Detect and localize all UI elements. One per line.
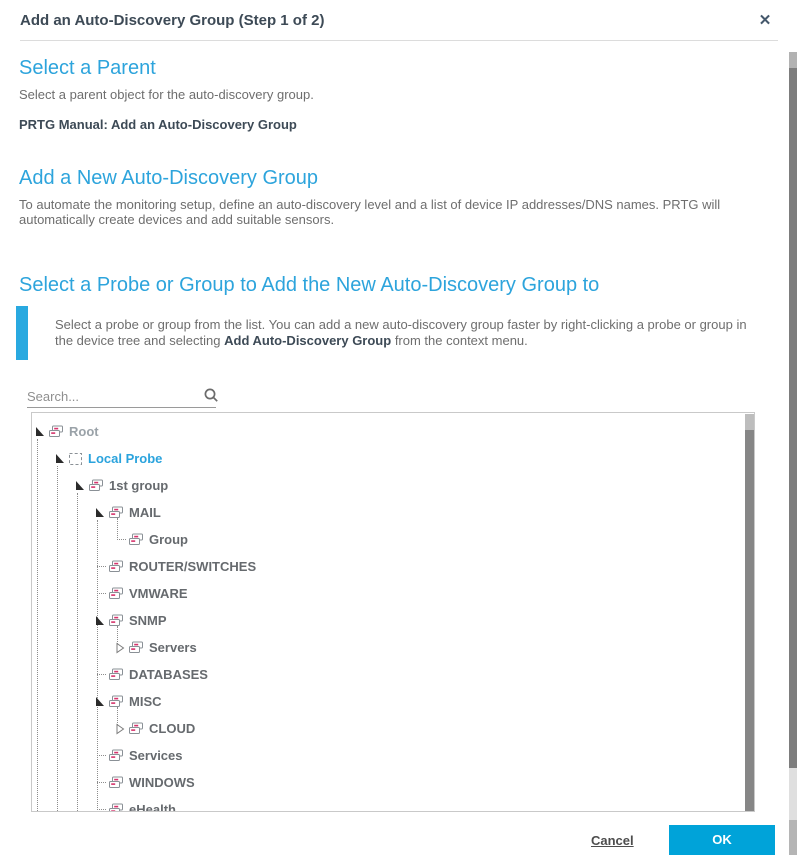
section-heading-select-probe: Select a Probe or Group to Add the New A…	[19, 274, 599, 297]
group-icon	[108, 587, 124, 600]
tree-item-ehealth[interactable]: eHealth	[32, 796, 754, 812]
tree-leaf-connector	[117, 539, 126, 540]
tree-leaf-connector	[97, 566, 106, 567]
tree-scrollbar-thumb[interactable]	[745, 430, 755, 811]
expand-open-icon[interactable]	[74, 480, 85, 491]
group-icon	[128, 722, 144, 735]
probe-icon	[68, 452, 83, 466]
info-text-after: from the context menu.	[391, 333, 528, 348]
group-icon	[48, 425, 64, 438]
tree-item-label: 1st group	[109, 478, 168, 493]
tree-item-label: Services	[129, 748, 183, 763]
expand-open-icon[interactable]	[34, 426, 45, 437]
tree-item-cloud[interactable]: CLOUD	[32, 715, 754, 742]
dialog-title: Add an Auto-Discovery Group (Step 1 of 2…	[20, 12, 324, 29]
tree-item-label: Root	[69, 424, 99, 439]
expand-open-icon[interactable]	[94, 696, 105, 707]
expand-closed-icon[interactable]	[114, 723, 125, 735]
search-field	[27, 386, 216, 408]
tree-item-label: CLOUD	[149, 721, 195, 736]
info-text-bold: Add Auto-Discovery Group	[224, 333, 391, 348]
tree-item-label: eHealth	[129, 802, 176, 812]
group-icon	[108, 803, 124, 812]
expand-open-icon[interactable]	[94, 507, 105, 518]
tree-item-label: VMWARE	[129, 586, 188, 601]
tree-item-label: MAIL	[129, 505, 161, 520]
tree-leaf-connector	[97, 809, 106, 810]
group-icon	[128, 533, 144, 546]
tree-item-label: DATABASES	[129, 667, 208, 682]
expand-closed-icon[interactable]	[114, 642, 125, 654]
tree-leaf-connector	[97, 674, 106, 675]
cancel-button[interactable]: Cancel	[591, 833, 634, 848]
group-icon	[108, 614, 124, 627]
tree-item-label: Local Probe	[88, 451, 162, 466]
tree-leaf-connector	[97, 782, 106, 783]
section-heading-select-parent: Select a Parent	[19, 57, 156, 80]
tree-item-windows[interactable]: WINDOWS	[32, 769, 754, 796]
section-heading-add-group: Add a New Auto-Discovery Group	[19, 167, 318, 190]
prtg-manual-link[interactable]: PRTG Manual: Add an Auto-Discovery Group	[19, 117, 297, 132]
search-input[interactable]	[27, 386, 192, 406]
group-icon	[88, 479, 104, 492]
tree-item-vmware[interactable]: VMWARE	[32, 580, 754, 607]
tree-item-group[interactable]: Group	[32, 526, 754, 553]
tree-item-local-probe[interactable]: Local Probe	[32, 445, 754, 472]
tree-item-label: MISC	[129, 694, 162, 709]
tree-item-mail[interactable]: MAIL	[32, 499, 754, 526]
group-icon	[108, 749, 124, 762]
select-parent-description: Select a parent object for the auto-disc…	[19, 87, 769, 102]
expand-open-icon[interactable]	[94, 615, 105, 626]
ok-button[interactable]: OK	[669, 825, 775, 855]
tree-item-snmp[interactable]: SNMP	[32, 607, 754, 634]
page-scrollbar-track-top[interactable]	[789, 52, 797, 68]
add-group-description: To automate the monitoring setup, define…	[19, 197, 767, 227]
search-icon[interactable]	[203, 387, 220, 409]
tree-item-databases[interactable]: DATABASES	[32, 661, 754, 688]
group-icon	[108, 776, 124, 789]
tree-item-misc[interactable]: MISC	[32, 688, 754, 715]
tree-item-label: ROUTER/SWITCHES	[129, 559, 256, 574]
tree-item-1st-group[interactable]: 1st group	[32, 472, 754, 499]
tree-item-servers[interactable]: Servers	[32, 634, 754, 661]
info-callout-text: Select a probe or group from the list. Y…	[55, 317, 761, 349]
group-icon	[108, 695, 124, 708]
group-icon	[108, 668, 124, 681]
device-tree-panel: Root Local Probe 1st group MAIL Group ROUTER/…	[31, 412, 755, 812]
tree-item-label: Servers	[149, 640, 197, 655]
tree-item-router-switches[interactable]: ROUTER/SWITCHES	[32, 553, 754, 580]
tree-scrollbar-track[interactable]	[745, 414, 755, 430]
group-icon	[108, 506, 124, 519]
tree-rows: Root Local Probe 1st group MAIL Group ROUTER/…	[32, 418, 754, 812]
expand-open-icon[interactable]	[54, 453, 65, 464]
info-accent-bar	[16, 306, 28, 360]
page-scrollbar-thumb[interactable]	[789, 68, 797, 768]
page-scrollbar-track-bottom[interactable]	[789, 768, 797, 820]
group-icon	[128, 641, 144, 654]
tree-leaf-connector	[97, 593, 106, 594]
tree-item-label: Group	[149, 532, 188, 547]
title-divider	[20, 40, 778, 41]
tree-item-label: WINDOWS	[129, 775, 195, 790]
window-scrollbar-segment[interactable]	[789, 820, 797, 855]
tree-item-label: SNMP	[129, 613, 167, 628]
tree-item-services[interactable]: Services	[32, 742, 754, 769]
tree-leaf-connector	[97, 755, 106, 756]
tree-item-root[interactable]: Root	[32, 418, 754, 445]
group-icon	[108, 560, 124, 573]
info-callout: Select a probe or group from the list. Y…	[16, 306, 756, 360]
close-icon[interactable]: ✕	[755, 11, 775, 31]
